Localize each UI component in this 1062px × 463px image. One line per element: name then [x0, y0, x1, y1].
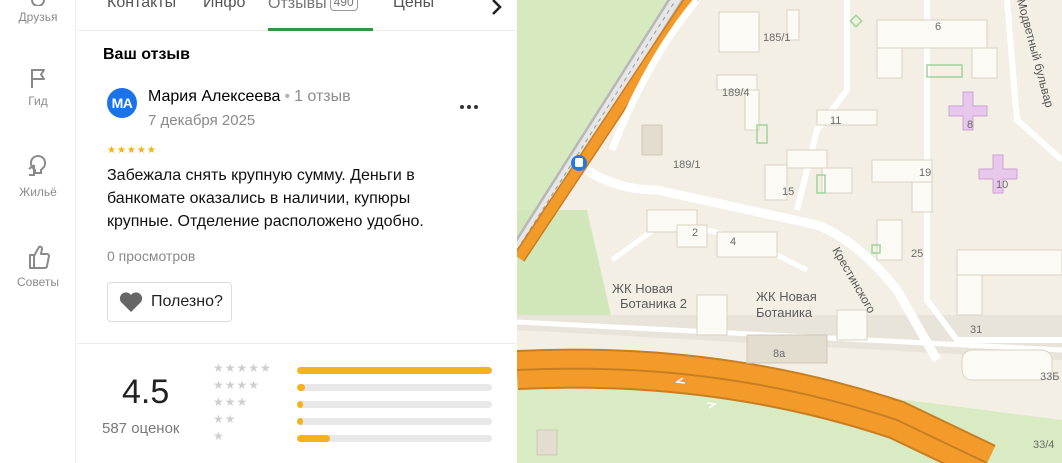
author-name[interactable]: Мария Алексеева [148, 88, 280, 105]
map-label-jk1-line1: ЖК Новая [612, 281, 673, 296]
review-date: 7 декабря 2025 [148, 112, 256, 129]
distribution-bar [297, 435, 492, 442]
tab-info[interactable]: Инфо [203, 0, 245, 12]
author-separator: • [284, 88, 291, 105]
map-label-2: 2 [692, 227, 698, 239]
rail-item-label: Советы [17, 275, 59, 289]
map-label-189-1: 189/1 [673, 159, 701, 171]
map-label-33-4: 33/4 [1033, 439, 1054, 451]
author-review-count: 1 отзыв [294, 88, 351, 105]
distribution-stars: ★★★★ [213, 378, 261, 392]
distribution-bar-fill [297, 418, 303, 425]
rail-item-guide[interactable]: Гид [0, 66, 76, 108]
map-label-jk2-line1: ЖК Новая [756, 289, 817, 304]
distribution-bar [297, 418, 492, 425]
map-label-31: 31 [970, 324, 982, 336]
average-rating: 4.5 [122, 373, 170, 411]
map-label-6: 6 [935, 21, 941, 33]
review-author-line: Мария Алексеева • 1 отзыв [148, 88, 351, 106]
review-text: Забежала снять крупную сумму. Деньги в б… [107, 167, 424, 230]
more-options-button[interactable] [460, 96, 484, 109]
rail-item-label: Друзья [18, 10, 58, 24]
distribution-stars: ★★★★★ [213, 361, 272, 375]
map-label-189-4: 189/4 [722, 87, 750, 99]
tab-bar: Контакты Инфо Отзывы 490 Цены [77, 0, 516, 31]
flag-icon [31, 69, 45, 88]
dot-icon [467, 105, 471, 109]
house-icon [28, 154, 47, 176]
distribution-bar-fill [297, 384, 305, 391]
distribution-stars: ★ [213, 429, 225, 443]
dot-icon [474, 105, 478, 109]
thumbs-up-icon [29, 245, 50, 269]
distribution-bar [297, 401, 492, 408]
map-label-8a: 8а [773, 348, 786, 360]
map-label-11: 11 [830, 115, 841, 127]
tab-reviews[interactable]: Отзывы 490 [268, 0, 358, 13]
active-tab-indicator [268, 28, 373, 31]
distribution-stars: ★★ [213, 412, 237, 426]
distribution-bar [297, 367, 492, 374]
distribution-bar-fill [297, 401, 303, 408]
rail-item-tips[interactable]: Советы [0, 243, 76, 289]
map-label-19: 19 [919, 167, 931, 179]
map-label-33b: 33Б [1040, 371, 1059, 383]
map-label-jk1-line2: Ботаника 2 [620, 296, 687, 311]
rail-item-label: Гид [28, 94, 48, 108]
useful-label: Полезно? [151, 293, 223, 310]
tab-reviews-label: Отзывы [268, 0, 327, 12]
dot-icon [460, 105, 464, 109]
bus-stop-icon [575, 158, 583, 167]
avatar[interactable]: МА [107, 88, 137, 118]
map-label-8: 8 [967, 119, 973, 131]
friends-icon [31, 0, 45, 6]
distribution-bar [297, 384, 492, 391]
tabs-fade [439, 0, 487, 30]
map-label-185-1: 185/1 [763, 32, 791, 44]
place-panel: Контакты Инфо Отзывы 490 Цены Ваш отзыв М… [77, 0, 516, 463]
heart-icon [119, 292, 143, 312]
distribution-bar-fill [297, 367, 492, 374]
map-canvas[interactable]: 185/1 6 189/4 11 8 189/1 15 19 10 2 4 25… [517, 0, 1062, 463]
chevron-right-icon[interactable] [485, 0, 509, 24]
rail-item-friends[interactable]: Друзья [0, 0, 76, 24]
map-label-4: 4 [730, 236, 736, 248]
divider [77, 343, 516, 344]
useful-button[interactable]: Полезно? [107, 282, 232, 322]
map-label-10: 10 [996, 179, 1008, 191]
rail-item-label: Жильё [19, 185, 57, 199]
rail-item-housing[interactable]: Жильё [0, 153, 76, 199]
distribution-stars: ★★★ [213, 395, 249, 409]
distribution-bar-fill [297, 435, 331, 442]
map-label-25: 25 [911, 248, 923, 260]
your-review-title: Ваш отзыв [103, 46, 190, 63]
reviews-count-badge: 490 [329, 0, 358, 11]
map-label-jk2-line2: Ботаника [756, 305, 813, 320]
left-rail: Друзья Гид Жильё Советы [0, 0, 76, 463]
ratings-count: 587 оценок [102, 420, 180, 437]
review-stars: ★★★★★ [107, 145, 157, 156]
tab-contacts[interactable]: Контакты [107, 0, 176, 12]
tab-prices[interactable]: Цены [393, 0, 434, 12]
map-label-15: 15 [782, 186, 794, 198]
review-views: 0 просмотров [107, 248, 196, 264]
map[interactable]: 185/1 6 189/4 11 8 189/1 15 19 10 2 4 25… [517, 0, 1062, 463]
